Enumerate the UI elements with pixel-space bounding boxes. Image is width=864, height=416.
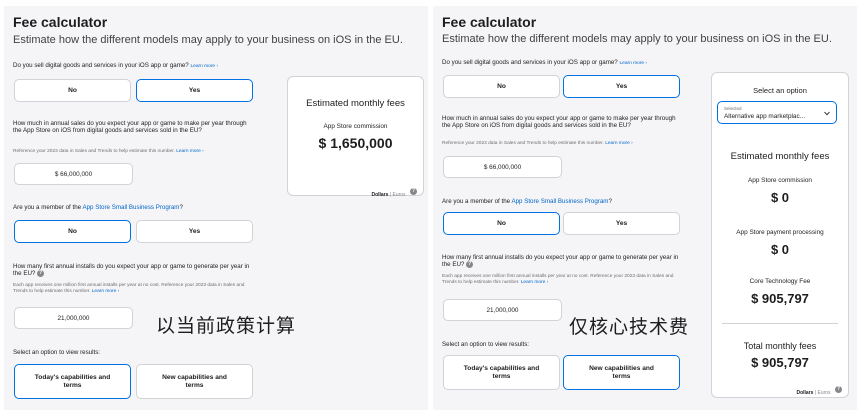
commission-label: App Store commission: [748, 177, 812, 184]
question-select-option: Select an option to view results:: [442, 341, 530, 348]
sales-reference-note: Reference your 2023 data in Sales and Tr…: [13, 149, 263, 155]
info-icon[interactable]: ?: [466, 261, 474, 269]
small-business-program-link[interactable]: App Store Small Business Program: [511, 198, 608, 205]
overlay-caption: 仅核心技术费: [569, 317, 690, 338]
estimated-fees-card: Estimated monthly fees App Store commiss…: [287, 76, 424, 198]
core-technology-fee-label: Core Technology Fee: [749, 278, 811, 285]
core-technology-fee-value: $ 905,797: [751, 291, 809, 306]
option-todays-terms[interactable]: Today's capabilities and terms: [14, 364, 131, 399]
payment-processing-label: App Store payment processing: [736, 229, 824, 236]
fee-calculator-left: Fee calculator Estimate how the differen…: [4, 6, 428, 410]
no-button[interactable]: No: [14, 220, 131, 243]
currency-toggle: Dollars | Euros ?: [796, 381, 842, 399]
question-annual-sales: How much in annual sales do you expect y…: [13, 120, 247, 135]
reference-text: Each app receives one million first annu…: [13, 283, 245, 294]
learn-more-link[interactable]: Learn more ›: [521, 280, 548, 285]
card-heading: Estimated monthly fees: [306, 98, 405, 109]
learn-more-link[interactable]: Learn more ›: [176, 149, 203, 154]
question-installs: How many first annual installs do you ex…: [13, 263, 258, 278]
question-annual-sales: How much in annual sales do you expect y…: [442, 115, 676, 130]
commission-value: $ 1,650,000: [318, 135, 393, 151]
page-subtitle: Estimate how the different models may ap…: [13, 34, 403, 46]
installs-reference-note: Each app receives one million first annu…: [442, 274, 682, 286]
question-text: Do you sell digital goods and services i…: [13, 62, 189, 69]
dollars-option[interactable]: Dollars: [371, 192, 388, 198]
currency-toggle: Dollars | Euros ?: [371, 183, 417, 201]
info-icon[interactable]: ?: [410, 188, 417, 196]
question-text: How many first annual installs do you ex…: [13, 263, 250, 278]
question-text: Are you a member of the: [13, 204, 83, 211]
no-button[interactable]: No: [14, 79, 131, 102]
no-button[interactable]: No: [443, 212, 560, 235]
yes-button[interactable]: Yes: [136, 220, 253, 243]
commission-label: App Store commission: [323, 123, 388, 130]
select-value: Alternative app marketplac...: [724, 113, 805, 120]
reference-text: Each app receives one million first annu…: [442, 274, 674, 285]
model-select[interactable]: Selected Alternative app marketplac...: [717, 101, 837, 124]
overlay-caption: 以当前政策计算: [156, 316, 297, 337]
small-business-program-link[interactable]: App Store Small Business Program: [82, 204, 179, 211]
info-icon[interactable]: ?: [835, 386, 842, 394]
card-heading: Estimated monthly fees: [730, 151, 830, 162]
learn-more-link[interactable]: Learn more ›: [620, 61, 647, 66]
question-installs: How many first annual installs do you ex…: [442, 254, 687, 269]
annual-sales-input[interactable]: $ 66,000,000: [443, 156, 562, 178]
learn-more-link[interactable]: Learn more ›: [92, 289, 119, 294]
select-heading: Select an option: [753, 86, 807, 95]
select-caption: Selected: [724, 106, 742, 111]
reference-text: Reference your 2023 data in Sales and Tr…: [13, 149, 175, 154]
yes-button[interactable]: Yes: [136, 79, 253, 102]
learn-more-link[interactable]: Learn more ›: [191, 64, 218, 69]
sales-reference-note: Reference your 2023 data in Sales and Tr…: [442, 141, 692, 147]
commission-value: $ 0: [770, 190, 790, 205]
page-title: Fee calculator: [13, 14, 108, 30]
page-subtitle: Estimate how the different models may ap…: [442, 33, 832, 45]
divider: [722, 323, 838, 324]
payment-processing-value: $ 0: [770, 242, 790, 257]
question-digital-goods: Do you sell digital goods and services i…: [442, 59, 702, 67]
estimated-fees-card: Select an option Selected Alternative ap…: [711, 72, 849, 398]
installs-input[interactable]: 21,000,000: [443, 299, 562, 321]
question-select-option: Select an option to view results:: [13, 349, 101, 356]
total-fees-label: Total monthly fees: [743, 341, 817, 351]
info-icon[interactable]: ?: [37, 270, 45, 278]
page-title: Fee calculator: [442, 14, 537, 30]
annual-sales-input[interactable]: $ 66,000,000: [14, 163, 133, 185]
euros-option[interactable]: Euros: [817, 390, 830, 396]
option-new-terms[interactable]: New capabilities and terms: [136, 364, 253, 399]
learn-more-link[interactable]: Learn more ›: [605, 141, 632, 146]
no-button[interactable]: No: [443, 75, 560, 98]
total-fees-value: $ 905,797: [751, 355, 809, 370]
question-text: Do you sell digital goods and services i…: [442, 59, 618, 66]
installs-input[interactable]: 21,000,000: [14, 307, 133, 329]
installs-reference-note: Each app receives one million first annu…: [13, 283, 253, 295]
chevron-down-icon: [824, 111, 830, 116]
question-small-business: Are you a member of the App Store Small …: [442, 198, 612, 205]
question-mark: ?: [608, 198, 612, 205]
question-mark: ?: [179, 204, 183, 211]
question-text: Are you a member of the: [442, 198, 512, 205]
yes-button[interactable]: Yes: [563, 75, 680, 98]
yes-button[interactable]: Yes: [563, 212, 680, 235]
fee-calculator-right: Fee calculator Estimate how the differen…: [433, 6, 857, 410]
question-digital-goods: Do you sell digital goods and services i…: [13, 62, 273, 70]
reference-text: Reference your 2023 data in Sales and Tr…: [442, 141, 604, 146]
question-text: How many first annual installs do you ex…: [442, 254, 679, 269]
option-todays-terms[interactable]: Today's capabilities and terms: [443, 355, 560, 390]
option-new-terms[interactable]: New capabilities and terms: [563, 355, 680, 390]
euros-option[interactable]: Euros: [392, 192, 405, 198]
dollars-option[interactable]: Dollars: [796, 390, 813, 396]
question-small-business: Are you a member of the App Store Small …: [13, 204, 183, 211]
